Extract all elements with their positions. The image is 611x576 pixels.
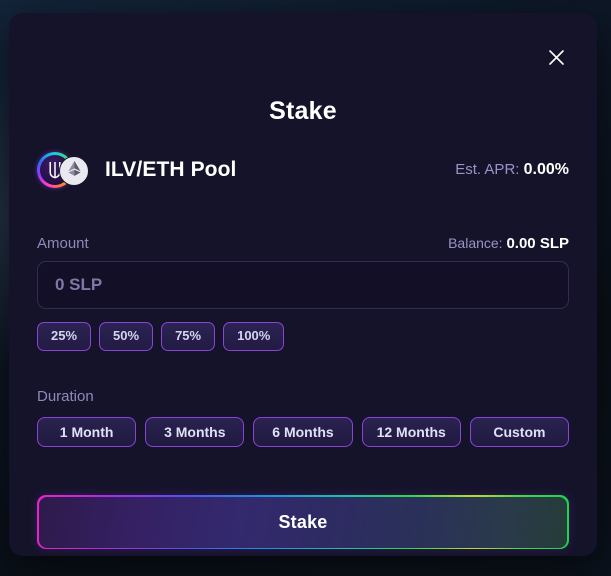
percent-chip-50[interactable]: 50% [99, 322, 154, 351]
duration-option-1-month[interactable]: 1 Month [37, 416, 137, 447]
amount-label: Amount [37, 235, 89, 252]
duration-option-3-months[interactable]: 3 Months [145, 416, 245, 447]
duration-option-12-months[interactable]: 12 Months [361, 416, 461, 447]
duration-option-6-months[interactable]: 6 Months [253, 416, 353, 447]
duration-option-custom[interactable]: Custom [469, 416, 570, 447]
percent-chip-75[interactable]: 75% [161, 322, 216, 351]
duration-label: Duration [37, 387, 94, 405]
pool-header-row: ILV/ETH Pool Est. APR: 0.00% [37, 148, 569, 192]
modal-body: ILV/ETH Pool Est. APR: 0.00% Amount Bala… [37, 148, 570, 550]
percent-chip-25[interactable]: 25% [37, 322, 92, 351]
apr-display: Est. APR: 0.00% [455, 161, 569, 179]
close-button[interactable] [543, 44, 569, 70]
apr-label: Est. APR: [455, 161, 520, 178]
apr-value: 0.00% [523, 161, 569, 178]
balance-display: Balance: 0.00 SLP [448, 235, 569, 252]
balance-label: Balance: [448, 235, 503, 251]
amount-input[interactable] [37, 261, 569, 309]
token-pair-icons [37, 152, 95, 188]
pool-identity: ILV/ETH Pool [37, 152, 236, 188]
amount-label-row: Amount Balance: 0.00 SLP [37, 235, 569, 252]
duration-option-row: 1 Month 3 Months 6 Months 12 Months Cust… [37, 416, 570, 447]
percent-chip-row: 25% 50% 75% 100% [37, 322, 569, 351]
close-icon [548, 49, 565, 66]
stake-button-border: Stake [37, 494, 569, 550]
stake-modal: Stake ILV/ETH Pool Est. APR: 0.00% Amoun… [9, 13, 597, 556]
stake-submit-button[interactable]: Stake [38, 496, 568, 548]
percent-chip-100[interactable]: 100% [223, 322, 285, 351]
balance-value: 0.00 SLP [506, 235, 569, 252]
pool-name: ILV/ETH Pool [105, 158, 237, 181]
page-title: Stake [269, 97, 337, 125]
eth-token-icon [59, 156, 89, 186]
